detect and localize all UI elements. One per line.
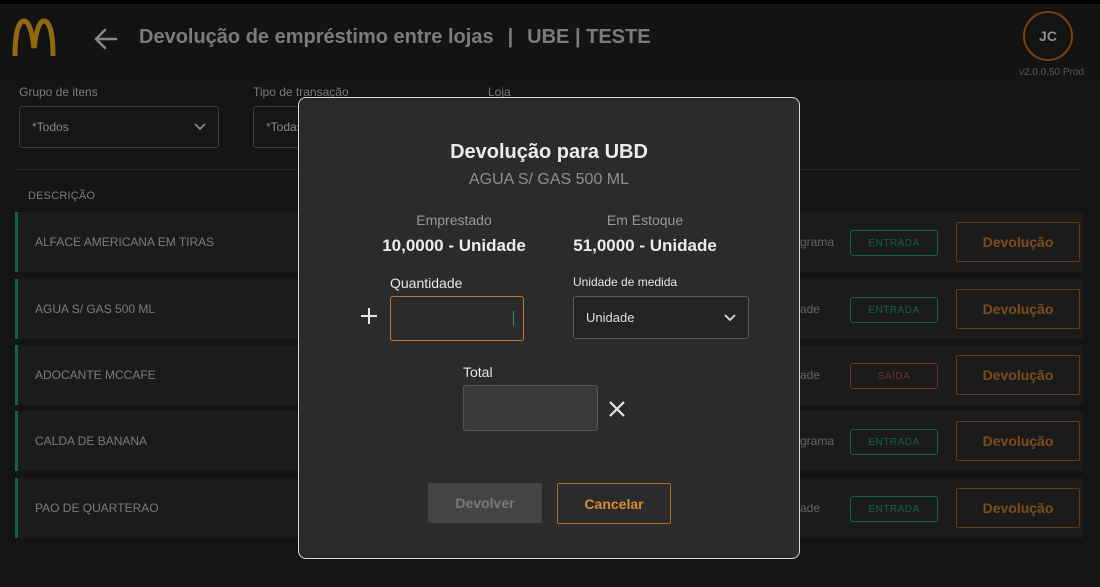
- return-dialog: Devolução para UBD AGUA S/ GAS 500 ML Em…: [298, 97, 800, 559]
- total-label: Total: [463, 364, 493, 380]
- stock-label: Em Estoque: [606, 212, 684, 228]
- unit-label: Unidade de medida: [573, 275, 678, 289]
- total-field: [463, 385, 598, 431]
- unit-select[interactable]: Unidade: [573, 296, 749, 339]
- borrowed-value: 10,0000 - Unidade: [382, 236, 526, 255]
- dialog-title: Devolução para UBD: [450, 141, 648, 163]
- quantity-input[interactable]: [390, 296, 524, 341]
- borrowed-label: Emprestado: [416, 212, 492, 228]
- devolver-button[interactable]: Devolver: [428, 483, 542, 523]
- text-cursor: [513, 311, 514, 326]
- clear-icon[interactable]: [608, 400, 626, 418]
- plus-icon[interactable]: [359, 306, 379, 326]
- cancelar-button[interactable]: Cancelar: [557, 483, 671, 524]
- unit-select-value: Unidade: [586, 310, 635, 325]
- stock-value: 51,0000 - Unidade: [573, 236, 717, 255]
- quantity-label: Quantidade: [390, 275, 463, 291]
- dialog-subtitle: AGUA S/ GAS 500 ML: [468, 171, 630, 188]
- chevron-down-icon: [724, 313, 736, 321]
